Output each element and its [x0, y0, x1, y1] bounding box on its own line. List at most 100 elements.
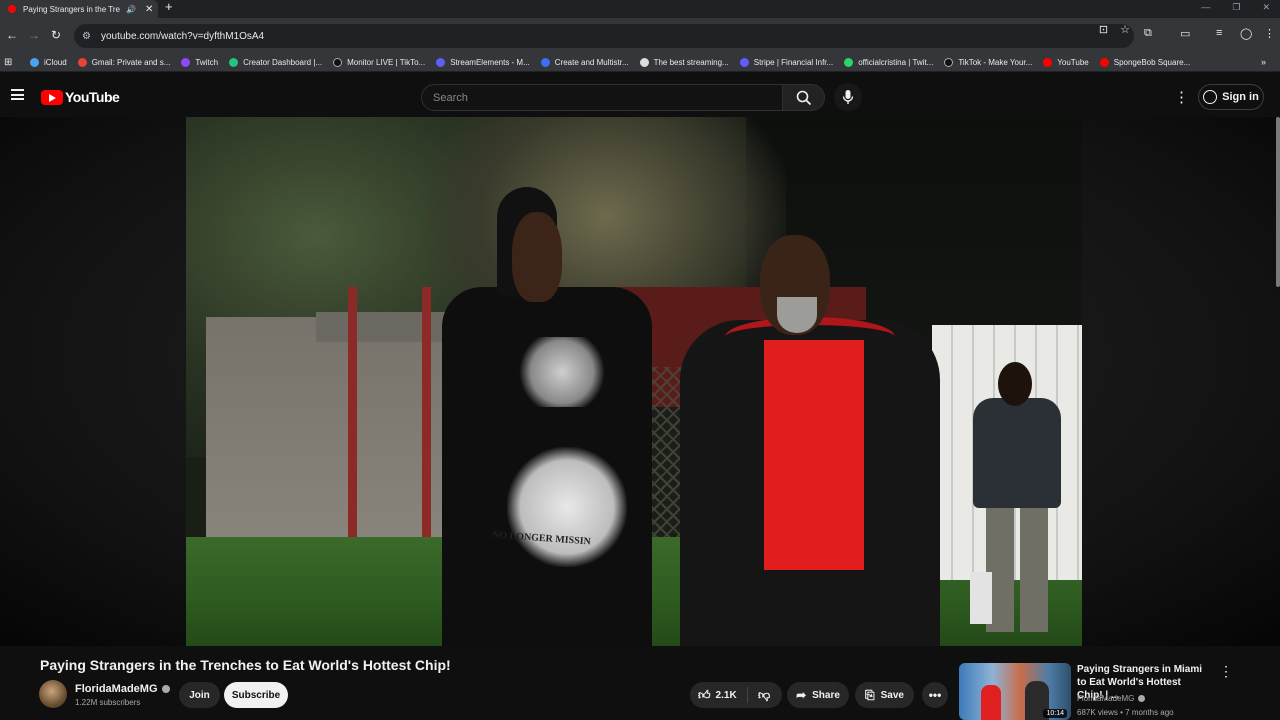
- bookmark-item[interactable]: TikTok - Make Your...: [944, 58, 1032, 67]
- hamburger-menu-icon[interactable]: [11, 89, 24, 100]
- browser-menu-icon[interactable]: ⋮: [1264, 27, 1275, 40]
- site-info-icon[interactable]: ⚙: [82, 31, 91, 42]
- bookmark-item[interactable]: The best streaming...: [639, 58, 729, 67]
- recommended-meta: 687K views • 7 months ago: [1077, 708, 1174, 717]
- minimize-icon[interactable]: —: [1201, 2, 1210, 13]
- person-interviewer: NO LONGER MISSIN: [442, 167, 652, 646]
- bookmark-favicon-icon: [844, 58, 854, 67]
- thumbs-up-icon: 👍︎: [698, 687, 711, 702]
- join-button[interactable]: Join: [179, 682, 220, 708]
- apps-grid-icon[interactable]: ⊞: [4, 57, 18, 68]
- red-post: [348, 287, 357, 557]
- bookmark-item[interactable]: SpongeBob Square...: [1099, 58, 1190, 67]
- video-title: Paying Strangers in the Trenches to Eat …: [40, 657, 451, 673]
- settings-kebab-icon[interactable]: ⋮: [1174, 88, 1189, 106]
- youtube-header: YouTube ⋮ Sign in: [0, 78, 1280, 116]
- bookmark-favicon-icon: [30, 58, 39, 67]
- sign-in-button[interactable]: Sign in: [1198, 84, 1264, 110]
- restore-icon[interactable]: ❐: [1232, 2, 1240, 13]
- subscribe-button[interactable]: Subscribe: [224, 682, 288, 708]
- search-box: [421, 84, 783, 111]
- speaker-icon[interactable]: 🔊: [126, 5, 136, 14]
- tab-title: Paying Strangers in the Trer: [23, 4, 120, 14]
- back-icon[interactable]: ←: [6, 28, 18, 42]
- microphone-icon: [842, 90, 854, 104]
- bookmark-item[interactable]: iCloud: [30, 58, 67, 67]
- channel-avatar[interactable]: [39, 680, 67, 708]
- bookmark-item[interactable]: StreamElements - M...: [436, 58, 530, 67]
- dislike-button[interactable]: 👎︎: [748, 688, 770, 703]
- house-roof: [316, 312, 456, 342]
- address-bar-row: ← → ↻ ⚙ youtube.com/watch?v=dyfthM1OsA4 …: [0, 18, 1280, 54]
- thumbs-down-icon: 👎︎: [758, 687, 771, 702]
- more-actions-button[interactable]: •••: [922, 682, 948, 708]
- share-button[interactable]: ➦ Share: [787, 682, 849, 708]
- bookmark-favicon-icon: [77, 58, 87, 67]
- recommended-channel-text: FloridaMadeMG: [1077, 694, 1135, 703]
- like-count: 2.1K: [715, 689, 737, 701]
- account-icon: [1203, 90, 1218, 104]
- like-dislike-group: 👍︎ 2.1K 👎︎: [690, 682, 782, 708]
- search-button[interactable]: [782, 84, 825, 111]
- bookmarks-bar: ⊞ iCloud Gmail: Private and s... Twitch …: [0, 54, 1280, 72]
- bookmark-favicon-icon: [944, 58, 954, 67]
- window-controls: — ❐ ✕: [1201, 2, 1270, 13]
- profile-icon[interactable]: ◯: [1240, 27, 1252, 40]
- more-horizontal-icon: •••: [928, 688, 942, 702]
- bookmark-favicon-icon: [333, 58, 343, 67]
- share-icon: ➦: [796, 688, 807, 702]
- bookmark-favicon-icon: [181, 58, 191, 67]
- omnibox-actions: ⊡ ☆: [1099, 23, 1130, 36]
- bookmark-item[interactable]: Twitch: [181, 58, 218, 67]
- channel-name-text: FloridaMadeMG: [75, 683, 158, 695]
- search-icon: [796, 90, 811, 105]
- bookmark-star-icon[interactable]: ☆: [1120, 23, 1130, 36]
- channel-name[interactable]: FloridaMadeMG: [75, 683, 170, 695]
- verified-badge-icon: [161, 685, 170, 693]
- bookmark-favicon-icon: [739, 58, 749, 67]
- verified-badge-icon: [1138, 695, 1146, 702]
- search-input[interactable]: [433, 91, 782, 104]
- close-tab-icon[interactable]: ✕: [145, 4, 153, 15]
- save-label: Save: [880, 689, 904, 701]
- youtube-favicon-icon: [8, 5, 16, 13]
- recommended-channel[interactable]: FloridaMadeMG: [1077, 694, 1146, 703]
- bookmark-favicon-icon: [229, 58, 239, 67]
- sidepanel-icon[interactable]: ▭: [1180, 27, 1190, 40]
- bookmark-favicon-icon: [639, 58, 649, 67]
- reload-icon[interactable]: ↻: [51, 28, 61, 42]
- youtube-logo[interactable]: YouTube: [41, 89, 120, 105]
- person-background: [958, 362, 1068, 642]
- bookmark-item[interactable]: Creator Dashboard |...: [229, 58, 322, 67]
- video-duration: 10:14: [1043, 709, 1067, 718]
- recommended-menu-icon[interactable]: ⋮: [1219, 663, 1233, 680]
- like-button[interactable]: 👍︎ 2.1K: [690, 687, 748, 703]
- bookmark-item[interactable]: Monitor LIVE | TikTo...: [333, 58, 425, 67]
- video-player[interactable]: NO LONGER MISSIN: [0, 117, 1280, 646]
- bookmark-item[interactable]: Gmail: Private and s...: [77, 58, 170, 67]
- bookmark-item[interactable]: officialcristina | Twit...: [844, 58, 933, 67]
- new-tab-button[interactable]: +: [165, 0, 173, 14]
- save-button[interactable]: ⎘ Save: [855, 682, 914, 708]
- recommended-thumbnail[interactable]: 10:14: [959, 663, 1071, 720]
- media-controls-icon[interactable]: ≡: [1216, 27, 1222, 39]
- red-post: [422, 287, 431, 557]
- bookmark-favicon-icon: [436, 58, 446, 67]
- install-app-icon[interactable]: ⊡: [1099, 23, 1108, 36]
- url-field[interactable]: ⚙ youtube.com/watch?v=dyfthM1OsA4: [74, 24, 1134, 48]
- extensions-icon[interactable]: ⧉: [1144, 27, 1152, 40]
- bookmark-favicon-icon: [540, 58, 550, 67]
- save-playlist-icon: ⎘: [865, 687, 875, 702]
- close-window-icon[interactable]: ✕: [1262, 2, 1270, 13]
- voice-search-button[interactable]: [834, 83, 862, 111]
- bookmark-item[interactable]: Stripe | Financial Infr...: [739, 58, 833, 67]
- video-info: Paying Strangers in the Trenches to Eat …: [0, 646, 1280, 720]
- more-bookmarks-icon[interactable]: »: [1261, 57, 1266, 67]
- youtube-play-logo-icon: [41, 89, 63, 105]
- forward-icon[interactable]: →: [28, 28, 40, 42]
- bookmark-item[interactable]: Create and Multistr...: [540, 58, 629, 67]
- bookmark-item[interactable]: YouTube: [1043, 58, 1089, 67]
- browser-tab-active[interactable]: Paying Strangers in the Trer 🔊 ✕: [0, 0, 158, 18]
- page-scrollbar[interactable]: [1276, 117, 1280, 287]
- video-frame[interactable]: NO LONGER MISSIN: [186, 117, 1082, 646]
